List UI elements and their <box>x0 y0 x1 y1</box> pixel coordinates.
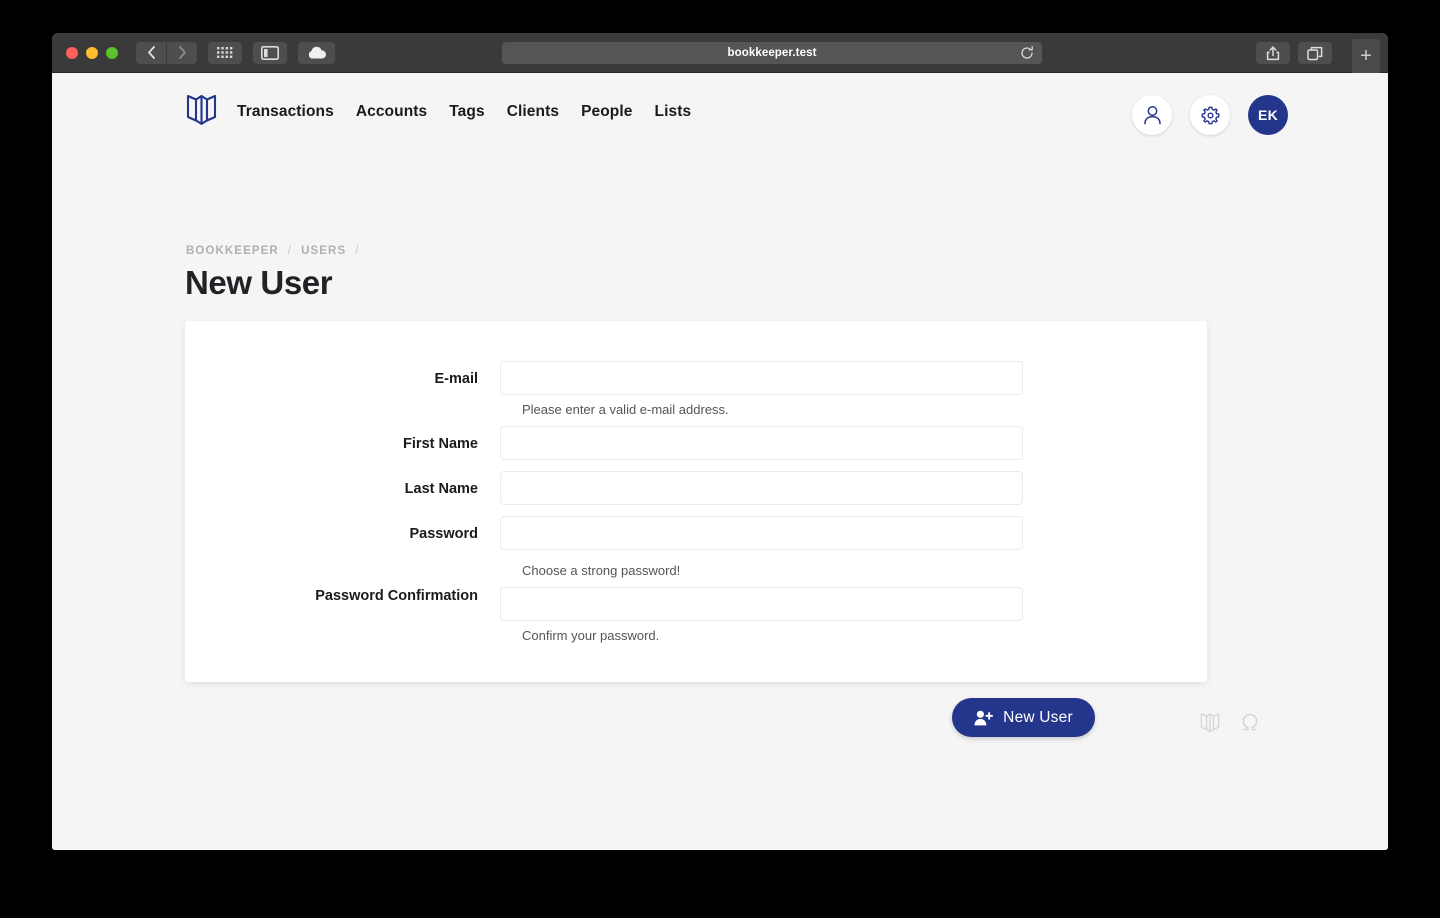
sidebar-icon <box>261 45 279 60</box>
share-icon <box>1266 45 1280 60</box>
minimize-window-button[interactable] <box>86 46 98 59</box>
label-password: Password <box>409 526 479 542</box>
url-text: bookkeeper.test <box>727 47 817 59</box>
label-password-confirmation: Password Confirmation <box>315 588 478 604</box>
page-title: New User <box>185 264 333 301</box>
form-row-last-name: Last Name <box>185 471 1023 505</box>
back-button[interactable] <box>136 41 166 64</box>
reload-icon <box>1021 46 1033 59</box>
book-icon <box>1200 712 1220 738</box>
page-content: Transactions Accounts Tags Clients Peopl… <box>52 73 1388 850</box>
new-tab-button[interactable]: + <box>1352 39 1380 73</box>
tab-overview-button[interactable] <box>208 41 242 64</box>
menu-item-accounts[interactable]: Accounts <box>345 103 438 121</box>
avatar[interactable]: EK <box>1248 95 1288 135</box>
close-window-button[interactable] <box>66 46 78 59</box>
share-button[interactable] <box>1256 42 1290 64</box>
menu-item-clients[interactable]: Clients <box>496 103 570 121</box>
person-plus-icon <box>974 710 994 725</box>
app-navbar: Transactions Accounts Tags Clients Peopl… <box>52 73 1388 165</box>
icloud-button[interactable] <box>298 41 335 64</box>
chevron-right-icon <box>178 46 186 59</box>
password-confirmation-input[interactable] <box>500 587 1023 621</box>
settings-button[interactable] <box>1190 95 1230 135</box>
form-row-password-confirmation: Password Confirmation <box>185 587 1023 621</box>
new-user-form-card: E-mail Please enter a valid e-mail addre… <box>185 321 1207 737</box>
window-controls <box>66 46 118 59</box>
label-email: E-mail <box>434 371 478 387</box>
browser-window: bookkeeper.test + Transactions Accounts … <box>52 33 1388 850</box>
navigation-buttons <box>136 41 197 64</box>
help-password-confirmation: Confirm your password. <box>522 628 660 643</box>
form-row-first-name: First Name <box>185 426 1023 460</box>
cloud-icon <box>308 46 326 58</box>
label-first-name: First Name <box>403 436 478 452</box>
navbar-actions: EK <box>1132 95 1288 135</box>
footer-icons <box>1200 712 1260 738</box>
breadcrumb: BOOKKEEPER / USERS / <box>186 245 360 257</box>
form-row-password: Password <box>185 516 1023 550</box>
help-password: Choose a strong password! <box>522 563 681 578</box>
menu-item-lists[interactable]: Lists <box>644 103 703 121</box>
grid-icon <box>217 46 233 58</box>
omega-icon <box>1240 712 1260 738</box>
show-tabs-button[interactable] <box>1298 42 1332 64</box>
forward-button[interactable] <box>167 41 197 64</box>
chevron-left-icon <box>147 46 155 59</box>
help-email: Please enter a valid e-mail address. <box>522 402 729 417</box>
reload-button[interactable] <box>1020 46 1034 65</box>
menu-item-people[interactable]: People <box>570 103 643 121</box>
breadcrumb-item-users[interactable]: USERS <box>301 245 346 257</box>
url-bar[interactable]: bookkeeper.test <box>502 42 1042 64</box>
tabs-icon <box>1307 46 1323 60</box>
bookkeeper-logo[interactable] <box>186 93 217 131</box>
new-user-submit-button[interactable]: New User <box>952 698 1095 737</box>
form-row-email: E-mail <box>185 361 1023 395</box>
submit-button-label: New User <box>1003 708 1073 726</box>
user-icon <box>1143 106 1161 125</box>
breadcrumb-item-bookkeeper[interactable]: BOOKKEEPER <box>186 245 279 257</box>
breadcrumb-separator: / <box>355 245 360 257</box>
first-name-input[interactable] <box>500 426 1023 460</box>
menu-item-tags[interactable]: Tags <box>438 103 495 121</box>
breadcrumb-separator: / <box>287 245 293 257</box>
main-menu: Transactions Accounts Tags Clients Peopl… <box>237 103 702 121</box>
sidebar-toggle-button[interactable] <box>253 41 287 64</box>
menu-item-transactions[interactable]: Transactions <box>237 103 345 121</box>
email-input[interactable] <box>500 361 1023 395</box>
gear-icon <box>1201 106 1219 124</box>
browser-titlebar: bookkeeper.test + <box>52 33 1388 73</box>
browser-right-tools <box>1256 42 1332 64</box>
password-input[interactable] <box>500 516 1023 550</box>
book-icon <box>186 94 217 125</box>
label-last-name: Last Name <box>404 481 478 497</box>
maximize-window-button[interactable] <box>106 46 118 59</box>
profile-button[interactable] <box>1132 95 1172 135</box>
last-name-input[interactable] <box>500 471 1023 505</box>
